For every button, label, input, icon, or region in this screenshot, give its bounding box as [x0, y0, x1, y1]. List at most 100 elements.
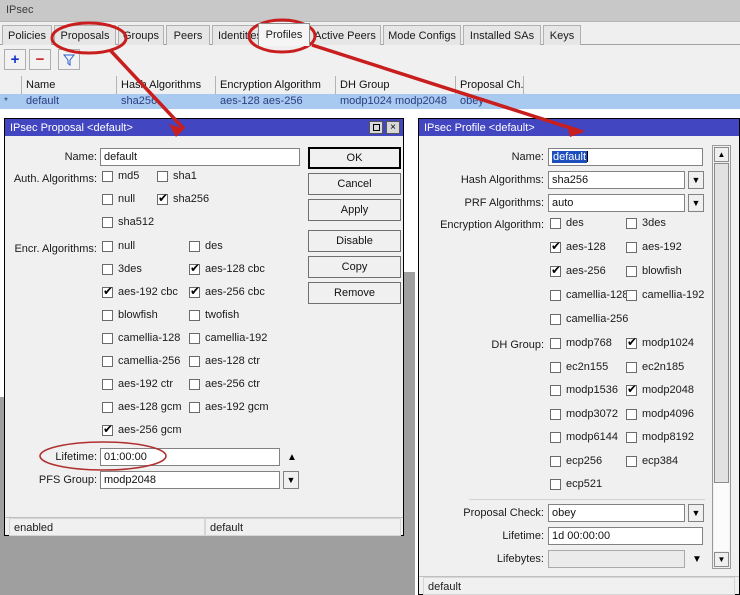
tab-installed-sas[interactable]: Installed SAs — [463, 25, 541, 45]
checkbox-modp3072[interactable] — [550, 409, 561, 420]
checkbox-aes-192-gcm[interactable] — [189, 402, 200, 413]
proposal-name-label: Name: — [64, 151, 97, 163]
pfs-group-input[interactable]: modp2048 — [100, 471, 280, 489]
checkbox-ecp521[interactable] — [550, 479, 561, 490]
checkbox-modp768[interactable] — [550, 338, 561, 349]
checkbox-md5[interactable] — [102, 171, 113, 182]
checkbox-aes-256[interactable] — [550, 263, 561, 277]
scroll-down-button[interactable]: ▼ — [714, 552, 729, 567]
checkbox-aes-256-gcm[interactable] — [102, 422, 113, 436]
scroll-thumb[interactable] — [714, 163, 729, 483]
th-hash[interactable]: Hash Algorithms — [117, 76, 216, 94]
checkbox-sha512[interactable] — [102, 217, 113, 228]
tab-groups[interactable]: Groups — [118, 25, 164, 45]
checkbox-aes-128-gcm[interactable] — [102, 402, 113, 413]
profile-lifetime-input[interactable]: 1d 00:00:00 — [548, 527, 703, 545]
apply-button[interactable]: Apply — [308, 199, 401, 221]
checkbox-aes-256-ctr[interactable] — [189, 379, 200, 390]
th-name[interactable]: Name — [22, 76, 117, 94]
checkbox-modp6144[interactable] — [550, 432, 561, 443]
checkbox-3des[interactable] — [102, 264, 113, 275]
tab-peers[interactable]: Peers — [166, 25, 210, 45]
add-button[interactable]: + — [4, 49, 26, 70]
proposal-check-dropdown[interactable]: ▼ — [688, 504, 704, 522]
status-enabled: enabled — [9, 518, 205, 536]
checkbox-ec2n155[interactable] — [550, 362, 561, 373]
checkbox-des[interactable] — [550, 218, 561, 229]
checkbox-aes-128-ctr[interactable] — [189, 356, 200, 367]
checkbox-modp8192[interactable] — [626, 432, 637, 443]
tab-policies[interactable]: Policies — [2, 25, 52, 45]
lifebytes-input[interactable] — [548, 550, 685, 568]
pfs-group-dropdown[interactable]: ▼ — [283, 471, 299, 489]
checkbox-aes-192-ctr[interactable] — [102, 379, 113, 390]
checkbox-null-auth[interactable] — [102, 194, 113, 205]
th-proposal-check[interactable]: Proposal Ch... — [456, 76, 524, 94]
tab-proposals[interactable]: Proposals — [54, 25, 116, 45]
ipsec-profile-dialog[interactable]: IPsec Profile <default> Name: default Ha… — [418, 118, 740, 595]
proposal-check-input[interactable]: obey — [548, 504, 685, 522]
encryption-algorithm-label: Encryption Algorithm: — [440, 219, 544, 231]
hash-algorithms-dropdown[interactable]: ▼ — [688, 171, 704, 189]
close-button[interactable]: × — [386, 121, 400, 134]
checkbox-ecp384[interactable] — [626, 456, 637, 467]
checkbox-ecp256-label: ecp256 — [566, 455, 603, 467]
checkbox-ec2n185[interactable] — [626, 362, 637, 373]
ipsec-proposal-dialog[interactable]: IPsec Proposal <default> × Name: default… — [4, 118, 404, 536]
tab-mode-configs[interactable]: Mode Configs — [383, 25, 461, 45]
checkbox-twofish[interactable] — [189, 310, 200, 321]
checkbox-modp4096[interactable] — [626, 409, 637, 420]
profile-dialog-titlebar[interactable]: IPsec Profile <default> — [419, 119, 739, 136]
hash-algorithms-label: Hash Algorithms: — [460, 174, 544, 186]
remove-button[interactable]: Remove — [308, 282, 401, 304]
checkbox-aes-128[interactable] — [550, 239, 561, 253]
checkbox-blowfish[interactable] — [102, 310, 113, 321]
checkbox-des[interactable] — [189, 241, 200, 252]
checkbox-modp1536[interactable] — [550, 385, 561, 396]
checkbox-modp1024[interactable] — [626, 335, 637, 349]
cell-proposal-check: obey — [460, 95, 484, 107]
prf-algorithms-dropdown[interactable]: ▼ — [688, 194, 704, 212]
tab-profiles[interactable]: Profiles — [258, 23, 310, 46]
th-dh-group[interactable]: DH Group — [336, 76, 456, 94]
hash-algorithms-input[interactable]: sha256 — [548, 171, 685, 189]
checkbox-camellia-128[interactable] — [102, 333, 113, 344]
checkbox-aes-128-cbc[interactable] — [189, 261, 200, 275]
remove-button[interactable]: − — [29, 49, 51, 70]
checkbox-modp2048[interactable] — [626, 382, 637, 396]
checkbox-sha256[interactable] — [157, 191, 168, 205]
checkbox-3des-label: 3des — [642, 217, 666, 229]
checkbox-ecp256[interactable] — [550, 456, 561, 467]
lifetime-spinner-up[interactable]: ▲ — [285, 448, 299, 466]
checkbox-sha1[interactable] — [157, 171, 168, 182]
scroll-up-button[interactable]: ▲ — [714, 147, 729, 162]
maximize-button[interactable] — [369, 121, 383, 134]
checkbox-3des[interactable] — [626, 218, 637, 229]
ok-button[interactable]: OK — [308, 147, 401, 169]
tab-active-peers[interactable]: Active Peers — [309, 25, 381, 45]
lifebytes-dropdown[interactable]: ▼ — [690, 550, 704, 568]
checkbox-camellia-128[interactable] — [550, 290, 561, 301]
table-row[interactable]: * default sha256 aes-128 aes-256 modp102… — [0, 94, 740, 109]
checkbox-aes-192[interactable] — [626, 242, 637, 253]
proposal-name-input[interactable]: default — [100, 148, 300, 166]
profile-scrollbar[interactable]: ▲ ▼ — [712, 145, 731, 569]
disable-button[interactable]: Disable — [308, 230, 401, 252]
checkbox-aes-192-cbc[interactable] — [102, 284, 113, 298]
copy-button[interactable]: Copy — [308, 256, 401, 278]
checkbox-blowfish[interactable] — [626, 266, 637, 277]
checkbox-camellia-192[interactable] — [626, 290, 637, 301]
filter-button[interactable] — [58, 49, 80, 70]
proposal-lifetime-input[interactable]: 01:00:00 — [100, 448, 280, 466]
th-encryption[interactable]: Encryption Algorithm — [216, 76, 336, 94]
proposal-dialog-titlebar[interactable]: IPsec Proposal <default> × — [5, 119, 403, 136]
profile-name-input[interactable]: default — [548, 148, 703, 166]
checkbox-camellia-256[interactable] — [102, 356, 113, 367]
checkbox-null-encr[interactable] — [102, 241, 113, 252]
checkbox-aes-256-cbc[interactable] — [189, 284, 200, 298]
tab-keys[interactable]: Keys — [543, 25, 581, 45]
checkbox-camellia-192[interactable] — [189, 333, 200, 344]
cancel-button[interactable]: Cancel — [308, 173, 401, 195]
checkbox-camellia-256[interactable] — [550, 314, 561, 325]
prf-algorithms-input[interactable]: auto — [548, 194, 685, 212]
